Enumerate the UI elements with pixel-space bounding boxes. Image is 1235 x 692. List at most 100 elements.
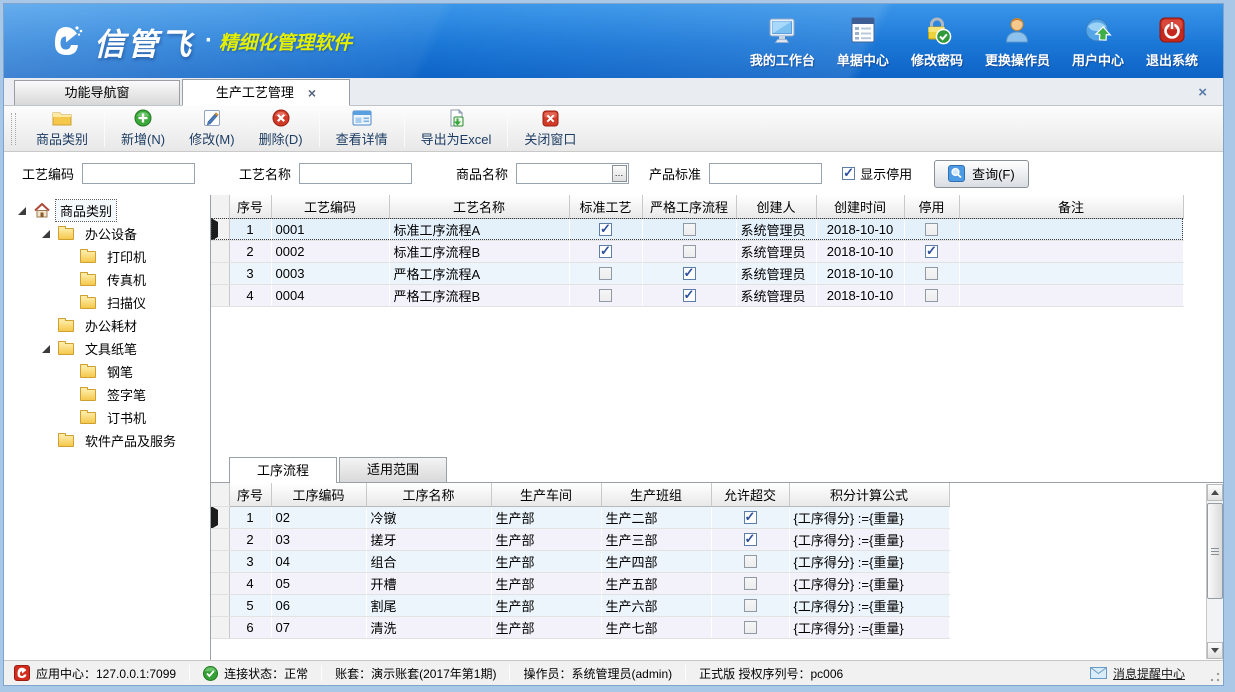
column-header[interactable]: 生产车间 <box>491 483 601 506</box>
add-button[interactable]: 新增(N) <box>109 108 177 150</box>
column-header[interactable]: 生产班组 <box>601 483 711 506</box>
product-browse-button[interactable]: … <box>612 165 627 182</box>
checkbox-icon[interactable] <box>599 267 612 280</box>
tree-expander-icon[interactable] <box>42 345 50 353</box>
checkbox-icon[interactable] <box>744 533 757 546</box>
checkbox-icon[interactable] <box>683 245 696 258</box>
process-name-input[interactable] <box>299 163 412 184</box>
tab-production-process[interactable]: 生产工艺管理 × <box>182 79 350 106</box>
table-row[interactable]: 4 0004 严格工序流程B 系统管理员 2018-10-10 <box>211 284 1183 306</box>
tree-item-printer[interactable]: 打印机 <box>4 245 210 268</box>
checkbox-icon[interactable] <box>925 245 938 258</box>
scroll-up-button[interactable] <box>1207 484 1223 501</box>
nav-item-user-center[interactable]: 用户中心 <box>1061 8 1135 75</box>
view-details-icon <box>352 110 372 127</box>
query-button[interactable]: 查询(F) <box>934 160 1029 188</box>
edit-button[interactable]: 修改(M) <box>177 108 247 150</box>
tab-applicable-scope[interactable]: 适用范围 <box>339 457 447 482</box>
checkbox-icon[interactable] <box>842 167 855 180</box>
row-indicator <box>211 550 229 572</box>
process-code-input[interactable] <box>82 163 195 184</box>
table-row[interactable]: 6 07 清洗 生产部 生产七部 {工序得分} :={重量} <box>211 616 949 638</box>
checkbox-icon[interactable] <box>925 223 938 236</box>
nav-item-switch-operator[interactable]: 更换操作员 <box>974 8 1061 75</box>
cell-over-delivery <box>711 572 789 594</box>
table-row[interactable]: 5 06 割尾 生产部 生产六部 {工序得分} :={重量} <box>211 594 949 616</box>
column-header[interactable]: 工序编码 <box>271 483 366 506</box>
tree-item-fax[interactable]: 传真机 <box>4 268 210 291</box>
cell-code: 0004 <box>271 284 389 306</box>
table-row[interactable]: 2 03 搓牙 生产部 生产三部 {工序得分} :={重量} <box>211 528 949 550</box>
column-header[interactable]: 序号 <box>229 483 271 506</box>
table-row[interactable]: 3 04 组合 生产部 生产四部 {工序得分} :={重量} <box>211 550 949 572</box>
nav-item-document-center[interactable]: 单据中心 <box>826 8 900 75</box>
tree-expander-icon[interactable] <box>42 230 50 238</box>
tree-item-stapler[interactable]: 订书机 <box>4 406 210 429</box>
checkbox-icon[interactable] <box>744 511 757 524</box>
checkbox-icon[interactable] <box>683 289 696 302</box>
folder-icon <box>80 251 96 263</box>
column-header[interactable]: 创建人 <box>736 195 816 218</box>
toolbar-grip-handle[interactable] <box>11 113 16 145</box>
scrollbar-thumb[interactable] <box>1207 503 1223 599</box>
table-row[interactable]: 1 0001 标准工序流程A 系统管理员 2018-10-10 <box>211 218 1183 240</box>
cell-code: 0001 <box>271 218 389 240</box>
column-header[interactable]: 停用 <box>904 195 959 218</box>
tree-item-stationery[interactable]: 文具纸笔 <box>4 337 210 360</box>
column-header[interactable]: 备注 <box>959 195 1183 218</box>
table-row[interactable]: 2 0002 标准工序流程B 系统管理员 2018-10-10 <box>211 240 1183 262</box>
tree-expander-icon[interactable] <box>18 207 26 215</box>
nav-item-workbench[interactable]: 我的工作台 <box>739 8 826 75</box>
table-row[interactable]: 1 02 冷镦 生产部 生产二部 {工序得分} :={重量} <box>211 506 949 528</box>
column-header[interactable]: 工序名称 <box>366 483 491 506</box>
nav-item-label: 用户中心 <box>1072 50 1124 69</box>
checkbox-icon[interactable] <box>744 577 757 590</box>
column-header[interactable]: 允许超交 <box>711 483 789 506</box>
vertical-scrollbar[interactable] <box>1206 484 1223 659</box>
column-header[interactable]: 严格工序流程 <box>642 195 736 218</box>
close-window-button[interactable]: 关闭窗口 <box>512 108 588 150</box>
column-header[interactable]: 工艺编码 <box>271 195 389 218</box>
product-standard-input[interactable] <box>709 163 822 184</box>
tree-item-scanner[interactable]: 扫描仪 <box>4 291 210 314</box>
cell-formula: {工序得分} :={重量} <box>789 528 949 550</box>
column-header[interactable]: 积分计算公式 <box>789 483 949 506</box>
tree-item-signing-pen[interactable]: 签字笔 <box>4 383 210 406</box>
column-header[interactable]: 工艺名称 <box>389 195 569 218</box>
detail-tab-label: 工序流程 <box>257 463 309 478</box>
checkbox-icon[interactable] <box>683 223 696 236</box>
tabstrip-close-icon[interactable]: × <box>1198 84 1207 101</box>
tab-close-icon[interactable]: × <box>308 86 316 100</box>
column-header[interactable]: 创建时间 <box>816 195 904 218</box>
checkbox-icon[interactable] <box>925 289 938 302</box>
tree-item-office-supplies[interactable]: 办公耗材 <box>4 314 210 337</box>
checkbox-icon[interactable] <box>683 267 696 280</box>
checkbox-icon[interactable] <box>599 223 612 236</box>
export-excel-button[interactable]: 导出为Excel <box>409 108 504 150</box>
checkbox-icon[interactable] <box>744 599 757 612</box>
checkbox-icon[interactable] <box>925 267 938 280</box>
tree-item-software-services[interactable]: 软件产品及服务 <box>4 429 210 452</box>
checkbox-icon[interactable] <box>599 289 612 302</box>
show-disabled-checkbox[interactable]: 显示停用 <box>842 164 912 183</box>
tab-function-navigator[interactable]: 功能导航窗 <box>14 80 180 105</box>
checkbox-icon[interactable] <box>744 555 757 568</box>
column-header[interactable]: 标准工艺 <box>569 195 642 218</box>
nav-item-exit-system[interactable]: 退出系统 <box>1135 8 1209 75</box>
nav-item-change-password[interactable]: 修改密码 <box>900 8 974 75</box>
table-row[interactable]: 3 0003 严格工序流程A 系统管理员 2018-10-10 <box>211 262 1183 284</box>
message-center-link[interactable]: 消息提醒中心 <box>1090 665 1185 682</box>
tab-step-flow[interactable]: 工序流程 <box>229 457 337 483</box>
column-header[interactable]: 序号 <box>229 195 271 218</box>
table-row[interactable]: 4 05 开槽 生产部 生产五部 {工序得分} :={重量} <box>211 572 949 594</box>
tree-item-pen[interactable]: 钢笔 <box>4 360 210 383</box>
delete-button[interactable]: 删除(D) <box>247 108 315 150</box>
checkbox-icon[interactable] <box>744 621 757 634</box>
checkbox-icon[interactable] <box>599 245 612 258</box>
tree-item-root[interactable]: 商品类别 <box>4 199 210 222</box>
scroll-down-button[interactable] <box>1207 642 1223 659</box>
category-button[interactable]: 商品类别 <box>24 108 100 150</box>
view-details-button[interactable]: 查看详情 <box>324 108 400 150</box>
tree-item-office-equipment[interactable]: 办公设备 <box>4 222 210 245</box>
resize-grip[interactable] <box>1210 672 1220 682</box>
